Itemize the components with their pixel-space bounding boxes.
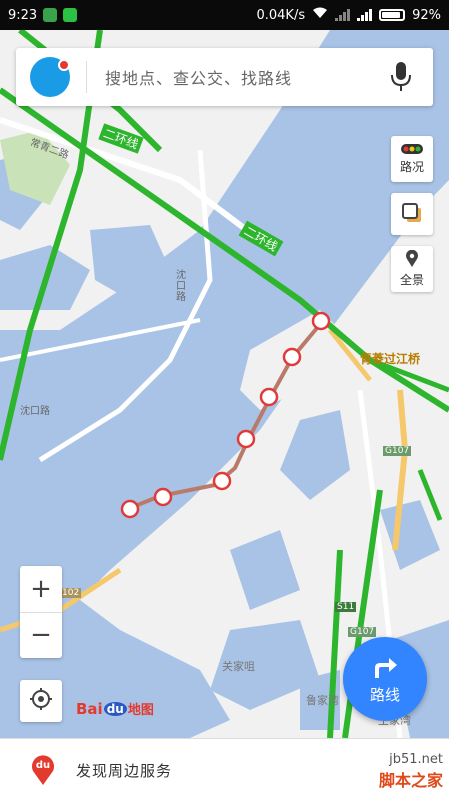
status-time: 9:23 (8, 7, 38, 23)
map-label-road-shakou-h: 沈口路 (20, 406, 50, 417)
map-label-island: 关家咀 (222, 660, 255, 673)
panorama-button[interactable]: 全景 (391, 246, 433, 292)
crosshair-icon (29, 687, 53, 715)
map-label-g107-b: G107 (348, 627, 377, 637)
baidu-logo: Bai du 地图 (76, 699, 154, 719)
watermark-name: 脚本之家 (378, 771, 443, 790)
map-label-s11: S11 (335, 602, 357, 612)
layers-button[interactable] (391, 193, 433, 235)
locate-button[interactable] (20, 680, 62, 722)
microphone-icon[interactable] (387, 60, 415, 94)
du-pin-text: du (35, 760, 51, 771)
nearby-services-label: 发现周边服务 (76, 761, 173, 780)
logo-du: du (103, 701, 127, 716)
watermark: jb51.net 脚本之家 (379, 752, 443, 791)
traffic-label: 路况 (399, 160, 424, 174)
map-label-g102: 102 (60, 588, 82, 598)
shield-app-icon (43, 8, 58, 22)
zoom-out-button[interactable]: − (20, 613, 62, 659)
avatar[interactable] (30, 57, 70, 97)
signal-icon (335, 9, 351, 21)
battery-icon (379, 9, 406, 21)
map-canvas[interactable] (0, 30, 449, 738)
logo-bai: Bai (76, 699, 103, 718)
map-label-bridge: 青菱过江桥 (360, 352, 421, 366)
status-bar: 9:23 0.04K/s 92% (0, 0, 449, 30)
logo-map-text: 地图 (127, 703, 154, 718)
route-button[interactable]: 路线 (343, 637, 427, 721)
panorama-label: 全景 (399, 273, 424, 287)
wifi-icon (312, 7, 328, 23)
route-arrow-icon (371, 654, 399, 684)
search-bar[interactable]: 搜地点、查公交、找路线 (16, 48, 433, 106)
traffic-button[interactable]: 路况 (391, 136, 433, 182)
map-label-g107-a: G107 (383, 446, 412, 456)
du-pin-icon: du (30, 754, 56, 786)
watermark-url: jb51.net (389, 752, 443, 767)
map-label-village: 鲁家湾 (306, 694, 339, 707)
traffic-light-icon (400, 143, 424, 158)
zoom-in-button[interactable]: + (20, 566, 62, 612)
zoom-controls: + − (20, 566, 62, 658)
route-label: 路线 (369, 685, 400, 704)
search-divider (86, 61, 87, 93)
signal-icon-2 (357, 9, 373, 21)
wechat-icon (63, 8, 78, 22)
map-view[interactable]: 二环线 二环线 青菱过江桥 常青二路 沈口路 沈口路 G107 G107 S11… (0, 30, 449, 738)
layers-icon (400, 201, 424, 228)
network-speed: 0.04K/s (256, 7, 306, 23)
location-pin-icon (405, 249, 419, 271)
map-label-road-shakou-v: 沈口路 (176, 270, 186, 303)
battery-percent: 92% (412, 7, 441, 23)
search-input[interactable]: 搜地点、查公交、找路线 (105, 65, 387, 89)
